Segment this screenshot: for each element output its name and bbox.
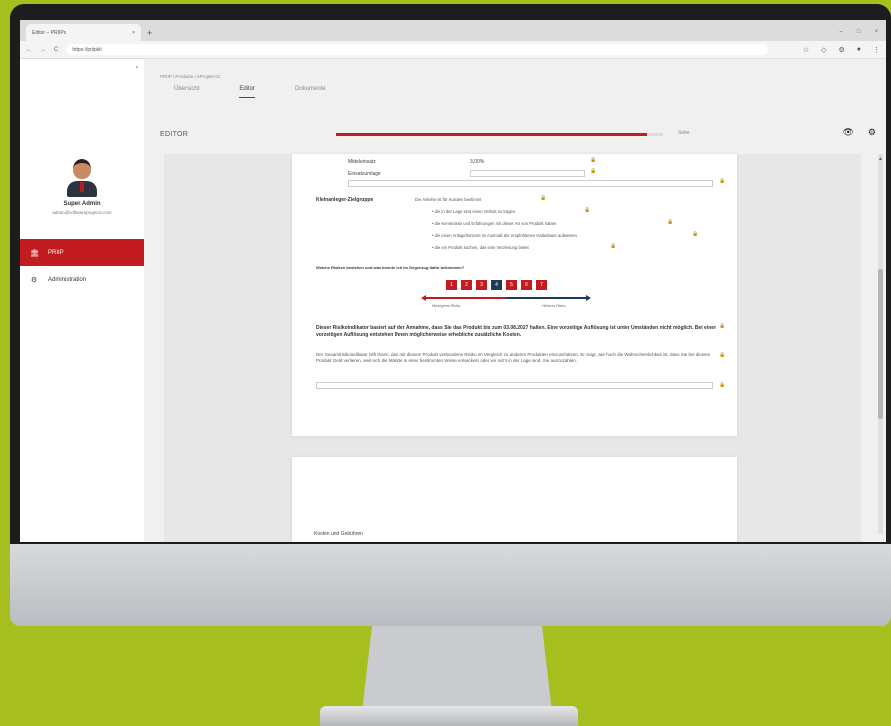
minimize-button[interactable]: – [840,29,843,35]
field1-value[interactable]: 3,00% [470,159,484,165]
lock-icon[interactable]: 🔒 [719,352,725,358]
bookmark-icon[interactable]: ☆ [803,46,809,54]
sidebar-item-label: PRIIP [48,249,64,256]
lock-icon[interactable]: 🔒 [719,323,725,329]
sidebar-item-priip[interactable]: 🏛 PRIIP [20,239,144,266]
bullet-item: • die Kenntnisse und Erfahrungen mit die… [432,221,557,226]
lock-icon[interactable]: 🔒 [590,168,596,174]
lock-icon[interactable]: 🔒 [590,157,596,163]
back-icon[interactable]: ← [26,47,32,53]
avatar [64,159,100,199]
risk-indicator: 1234567 [446,280,547,290]
risk-high-label: Höheres Risiko [542,304,566,308]
bank-icon: 🏛 [30,249,39,257]
breadcrumb[interactable]: PRIIP / Produkte / eProjekt-01 [160,74,220,79]
monitor-neck [362,626,552,712]
lock-icon[interactable]: 🔒 [540,195,546,201]
sidebar: ‹ Super Admin admin@softwareprojects.com… [20,59,144,542]
user-email: admin@softwareprojects.com [52,210,112,215]
monitor-foot [320,706,578,726]
extension-icon[interactable]: ◇ [821,46,826,54]
browser-right-icons: ☆ ◇ ⚙ ● ⋮ [803,46,880,54]
menu-icon[interactable]: ⋮ [873,46,880,54]
main-content: PRIIP / Produkte / eProjekt-01 Übersicht… [144,59,886,542]
document-page: Mitteleinsatz 3,00% 🔒 Einsatzumlage 🔒 🔒 … [292,154,737,436]
risk-box[interactable]: 7 [536,280,547,290]
sidebar-item-administration[interactable]: ⚙ Administration [20,266,144,293]
risk-box[interactable]: 1 [446,280,457,290]
bullet-item: • die in der Lage sind einen Verlust zu … [432,209,516,214]
forward-icon[interactable]: → [40,47,46,53]
next-section-caption: Kosten und Gebühren [314,531,363,537]
collapse-icon[interactable]: ‹ [136,65,138,71]
risk-box[interactable]: 3 [476,280,487,290]
lock-icon[interactable]: 🔒 [667,219,673,225]
screen: Editor – PRIIPs × + – □ × ← → C https://… [20,20,886,542]
new-tab-button[interactable]: + [147,28,152,38]
field1-label: Mitteleinsatz [348,159,376,165]
risk-paragraph[interactable]: Der Gesamtrisikoindikator hilft Ihnen, d… [316,352,716,364]
risk-paragraph-bold[interactable]: Dieser Risikoindikator basiert auf der A… [316,325,716,338]
lock-icon[interactable]: 🔒 [692,231,698,237]
tab-close-icon[interactable]: × [132,30,135,36]
window-controls: – □ × [840,29,886,41]
text-input[interactable] [348,180,713,187]
bullet-item: • die einen Anlagehorizont im Ausmaß der… [432,233,577,238]
scrollbar-thumb[interactable] [878,269,883,419]
bullet-item: • die ein Produkt suchen, das eine Verzi… [432,245,529,250]
sidebar-item-label: Administration [48,276,87,283]
lock-icon[interactable]: 🔒 [584,207,590,213]
risk-box[interactable]: 6 [521,280,532,290]
scroll-up-icon[interactable]: ▲ [878,156,883,162]
target-group-intro: Die Anleihe ist für Kunden bestimmt [415,197,482,202]
close-window-button[interactable]: × [874,29,878,35]
risk-box[interactable]: 2 [461,280,472,290]
eye-icon[interactable]: 👁 [842,127,853,138]
risk-arrow [421,295,591,301]
browser-tabbar: Editor – PRIIPs × + – □ × [20,20,886,41]
target-group-label: Kleinanleger-Zielgruppe [316,197,374,203]
address-bar: ← → C https://priipkit ☆ ◇ ⚙ ● ⋮ [20,41,886,59]
monitor-chin [10,544,891,626]
settings-icon[interactable]: ⚙ [838,46,844,54]
progress-bar [336,133,663,136]
field2-label: Einsatzumlage [348,171,381,177]
maximize-button[interactable]: □ [857,29,861,35]
profile-icon[interactable]: ● [857,46,861,54]
progress-label: Seite [678,130,690,136]
risk-low-label: Niedrigeres Risiko [432,304,461,308]
lock-icon[interactable]: 🔒 [719,178,725,184]
text-input[interactable] [316,382,713,389]
gear-icon[interactable]: ⚙ [868,127,876,138]
tab-editor[interactable]: Editor [239,86,256,98]
browser-tab-title: Editor – PRIIPs [32,29,67,36]
user-name: Super Admin [63,201,101,207]
risk-question: Welche Risiken bestehen und was könnte i… [316,265,465,270]
page-title: EDITOR [160,131,189,138]
risk-box[interactable]: 5 [506,280,517,290]
main-tabs: Übersicht Editor Dokumente [174,86,326,98]
gear-icon: ⚙ [30,276,38,284]
app: ‹ Super Admin admin@softwareprojects.com… [20,59,886,542]
url-text: https://priipkit [72,46,102,53]
editor-actions: 👁 ⚙ [842,127,876,138]
tab-documents[interactable]: Dokumente [295,86,326,98]
tab-overview[interactable]: Übersicht [174,86,199,98]
document-page-next: Kosten und Gebühren [292,457,737,542]
progress-fill [336,133,647,136]
risk-box[interactable]: 4 [491,280,502,290]
field2-input[interactable] [470,170,585,177]
reload-icon[interactable]: C [54,47,58,53]
browser-tab[interactable]: Editor – PRIIPs × [26,24,141,41]
url-field[interactable]: https://priipkit [66,44,769,55]
lock-icon[interactable]: 🔒 [610,243,616,249]
lock-icon[interactable]: 🔒 [719,382,725,388]
